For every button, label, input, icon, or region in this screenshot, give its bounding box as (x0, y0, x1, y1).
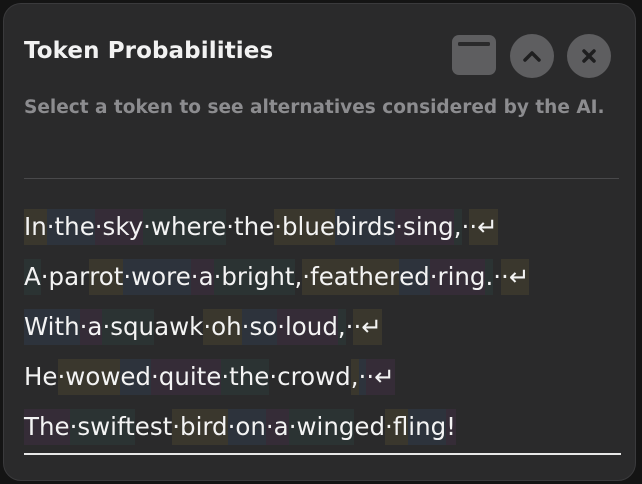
token[interactable]: ·quite (150, 359, 222, 395)
token-text: In ·the ·sky ·where ·the ·blue birds ·sing, · ·↵ … (24, 202, 624, 452)
token[interactable]: ed (399, 259, 430, 295)
token[interactable]: A (24, 259, 41, 295)
token[interactable]: With (24, 309, 80, 345)
token-line: With ·a ·squ awk ·oh ·so ·loud, · ·↵ (24, 302, 624, 352)
token[interactable]: ! (446, 409, 456, 445)
window-toggle-button[interactable] (451, 34, 497, 76)
token[interactable]: ·bird (172, 409, 228, 445)
token[interactable]: ·↵ (353, 309, 382, 345)
dialog-title: Token Probabilities (24, 38, 274, 64)
token[interactable]: ·the (46, 209, 95, 245)
token[interactable]: ·↵ (469, 209, 498, 245)
token[interactable]: ·wore (123, 259, 191, 295)
token[interactable]: ·↵ (501, 259, 530, 295)
token[interactable]: ·a (265, 409, 289, 445)
token[interactable]: ·swift (69, 409, 135, 445)
selection-underline (24, 453, 621, 455)
token[interactable]: ·blue (274, 209, 335, 245)
token[interactable]: · (493, 259, 501, 295)
token[interactable]: ·par (41, 259, 89, 295)
token[interactable]: · (346, 309, 354, 345)
token[interactable]: ·the (221, 359, 270, 395)
token[interactable]: est (135, 409, 172, 445)
token[interactable]: ·bright (213, 259, 295, 295)
token[interactable]: He (24, 359, 58, 395)
token[interactable]: · (358, 359, 367, 395)
token[interactable]: ·the (226, 209, 274, 245)
token[interactable]: ·loud (277, 309, 338, 345)
token[interactable]: ed (120, 359, 151, 395)
token-line: In ·the ·sky ·where ·the ·blue birds ·sing, · ·↵ (24, 202, 624, 252)
token[interactable]: ·where (143, 209, 227, 245)
token[interactable]: ·↵ (366, 359, 395, 395)
token[interactable]: ·squ (102, 309, 155, 345)
window-controls (451, 34, 611, 78)
token[interactable]: , (337, 309, 346, 345)
token[interactable]: rot (89, 259, 124, 295)
chevron-up-icon (523, 51, 541, 62)
token[interactable]: The (24, 409, 70, 445)
token[interactable]: ·sky (94, 209, 144, 245)
token-line: The ·swift est ·bird ·on ·a ·wing ed ·fl ing! (24, 402, 624, 452)
token[interactable]: ed (354, 409, 385, 445)
token[interactable]: , (453, 209, 462, 245)
token[interactable]: ·sing (395, 209, 454, 245)
token[interactable]: ·so (241, 309, 278, 345)
token[interactable]: ·fl (385, 409, 409, 445)
token[interactable]: ·crowd (269, 359, 350, 395)
token-line: A ·par rot ·wore ·a ·bright, ·feather ed ·ring. ·… (24, 252, 624, 302)
token-line: He ·wow ed ·quite ·the ·crowd, · ·↵ (24, 352, 624, 402)
divider (24, 178, 619, 179)
token[interactable]: ·on (227, 409, 266, 445)
token[interactable]: ·a (79, 309, 103, 345)
token[interactable]: , (295, 259, 303, 295)
token[interactable]: . (485, 259, 494, 295)
collapse-button[interactable] (510, 34, 554, 78)
dialog-subtitle: Select a token to see alternatives consi… (24, 97, 605, 118)
token[interactable]: awk (154, 309, 203, 345)
token-probabilities-dialog: Token Probabilities Select a token to se… (3, 3, 636, 481)
token[interactable]: ·feather (302, 259, 400, 295)
token[interactable]: , (350, 359, 359, 395)
close-button[interactable] (567, 34, 611, 78)
token[interactable]: ·wow (57, 359, 121, 395)
token[interactable]: ·wing (288, 409, 355, 445)
token[interactable]: In (24, 209, 47, 245)
close-icon (582, 49, 596, 63)
token[interactable]: ·ring (429, 259, 486, 295)
token[interactable]: birds (334, 209, 396, 245)
token[interactable]: ·oh (203, 309, 242, 345)
token[interactable]: ing (408, 409, 447, 445)
window-icon (452, 35, 496, 75)
token[interactable]: · (462, 209, 470, 245)
token[interactable]: ·a (190, 259, 214, 295)
